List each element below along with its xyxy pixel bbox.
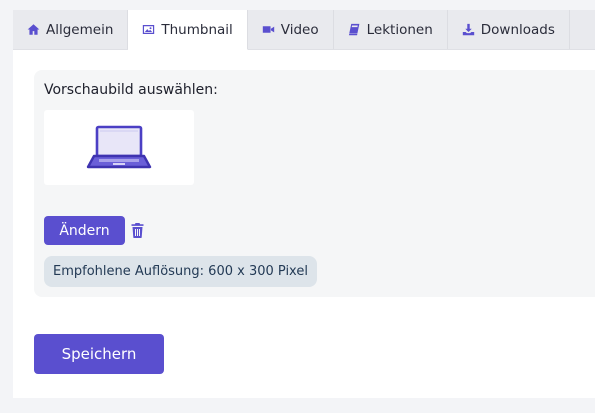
thumbnail-card: Vorschaubild auswählen: Ändern Empfohlen… [34, 70, 595, 297]
download-icon [462, 23, 475, 36]
laptop-icon [86, 125, 152, 168]
tab-bar: Allgemein Thumbnail Video Lektionen Down… [13, 10, 595, 50]
tab-downloads[interactable]: Downloads [448, 10, 570, 49]
tab-label: Downloads [480, 21, 555, 38]
video-camera-icon [262, 23, 275, 36]
tab-label: Video [280, 21, 319, 38]
tab-video[interactable]: Video [248, 10, 334, 49]
trash-icon[interactable] [131, 223, 144, 238]
tab-panel-thumbnail: Vorschaubild auswählen: Ändern Empfohlen… [13, 50, 595, 398]
tab-label: Lektionen [366, 21, 433, 38]
tab-allgemein[interactable]: Allgemein [13, 10, 129, 49]
thumbnail-preview[interactable] [44, 110, 194, 185]
thumbnail-label: Vorschaubild auswählen: [44, 82, 218, 98]
change-thumbnail-button[interactable]: Ändern [44, 216, 125, 245]
tab-label: Thumbnail [161, 21, 233, 38]
tab-thumbnail[interactable]: Thumbnail [128, 10, 248, 50]
book-icon [348, 23, 361, 36]
save-button[interactable]: Speichern [34, 334, 164, 374]
home-icon [27, 23, 40, 36]
resolution-hint: Empfohlene Auflösung: 600 x 300 Pixel [44, 256, 317, 287]
tab-label: Allgemein [46, 21, 114, 38]
tab-lektionen[interactable]: Lektionen [334, 10, 448, 49]
image-icon [142, 23, 155, 36]
